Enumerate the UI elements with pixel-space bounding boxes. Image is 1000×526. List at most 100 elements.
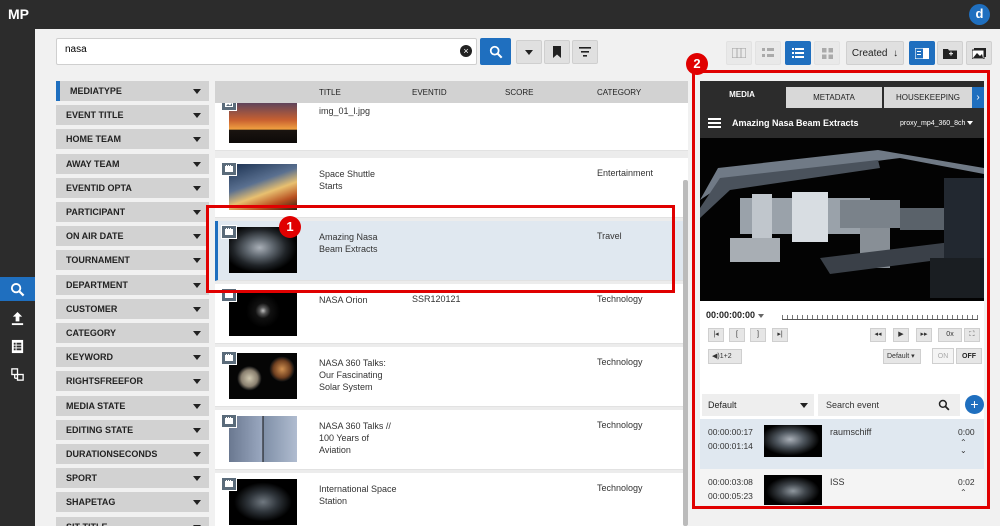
new-folder-button[interactable] (937, 41, 963, 65)
column-category[interactable]: CATEGORY (597, 88, 641, 97)
view-list-button[interactable] (785, 41, 811, 65)
table-row[interactable]: NASA Orion SSR120121 Technology (215, 284, 688, 344)
table-row[interactable]: International Space Station Technology (215, 473, 688, 526)
gallery-button[interactable] (966, 41, 992, 65)
chevron-down-icon (193, 210, 201, 215)
result-eventid: SSR120121 (412, 294, 461, 304)
annotation-marker-1: 1 (279, 216, 301, 238)
chevron-down-icon (193, 427, 201, 433)
user-avatar[interactable]: d (969, 4, 990, 25)
result-thumbnail (229, 164, 297, 210)
video-type-icon (221, 351, 237, 365)
workflow-icon (11, 367, 24, 381)
chevron-down-icon (193, 500, 201, 506)
facet-mediatype[interactable]: MEDIATYPE (56, 81, 209, 101)
facet-label: EDITING STATE (66, 424, 134, 435)
upload-icon (11, 311, 24, 325)
chevron-down-icon (193, 282, 201, 288)
chevron-down-icon (193, 331, 201, 336)
table-row[interactable]: NASA 360 Talks: Our Fascinating Solar Sy… (215, 347, 688, 407)
toggle-preview-button[interactable] (909, 41, 935, 65)
chevron-down-icon (193, 185, 201, 191)
facet-label: CUSTOMER (66, 303, 118, 314)
folder-add-icon (943, 48, 957, 59)
facet-label: ON AIR DATE (66, 231, 124, 242)
view-mode-button-2[interactable] (755, 41, 781, 65)
clear-search-icon[interactable]: × (460, 45, 472, 57)
app-title: MP (8, 6, 29, 22)
result-category: Technology (597, 483, 643, 493)
annotation-box-2 (692, 70, 990, 509)
facet-department[interactable]: DEPARTMENT (56, 274, 209, 295)
nav-upload[interactable] (0, 306, 35, 330)
column-eventid[interactable]: EVENTID (412, 88, 447, 97)
facet-editing-state[interactable]: EDITING STATE (56, 419, 209, 440)
facet-label: SIT TITLE (66, 522, 108, 526)
chevron-down-icon (193, 452, 201, 457)
sort-button[interactable]: Created ↓ (846, 41, 904, 65)
table-row[interactable]: img_01_l.jpg (215, 103, 688, 151)
view-grid-button[interactable] (814, 41, 840, 65)
result-thumbnail (229, 479, 297, 525)
search-button[interactable] (480, 38, 511, 65)
result-title: img_01_l.jpg (319, 106, 371, 116)
facet-media-state[interactable]: MEDIA STATE (56, 395, 209, 416)
chevron-down-icon (193, 306, 201, 312)
facet-keyword[interactable]: KEYWORD (56, 347, 209, 368)
facet-label: MEDIA STATE (66, 400, 126, 411)
video-type-icon (221, 477, 237, 491)
chevron-down-icon (193, 258, 201, 264)
result-title: NASA Orion (319, 295, 368, 305)
facet-durationseconds[interactable]: DURATIONSECONDS (56, 444, 209, 464)
facet-on-air-date[interactable]: ON AIR DATE (56, 226, 209, 247)
images-icon (972, 47, 986, 59)
view-mode-button-1[interactable] (726, 41, 752, 65)
result-title: NASA 360 Talks: Our Fascinating Solar Sy… (319, 358, 386, 392)
results-header: TITLE EVENTID SCORE CATEGORY (215, 81, 688, 103)
nav-workflow[interactable] (0, 362, 35, 386)
result-thumbnail (229, 353, 297, 399)
search-options-button[interactable] (516, 40, 542, 64)
facet-label: DURATIONSECONDS (66, 449, 158, 459)
facet-event-title[interactable]: EVENT TITLE (56, 105, 209, 126)
facet-customer[interactable]: CUSTOMER (56, 298, 209, 319)
facet-label: TOURNAMENT (66, 255, 130, 266)
facet-sit-title[interactable]: SIT TITLE (56, 516, 209, 526)
chevron-down-icon (193, 161, 201, 167)
facet-label: SPORT (66, 473, 98, 484)
chevron-down-icon (193, 234, 201, 240)
video-type-icon (221, 414, 237, 428)
facet-category[interactable]: CATEGORY (56, 323, 209, 343)
column-score[interactable]: SCORE (505, 88, 533, 97)
facet-tournament[interactable]: TOURNAMENT (56, 250, 209, 271)
results-scrollbar[interactable] (683, 180, 688, 526)
search-icon (10, 282, 25, 296)
results-list: img_01_l.jpg Space Shuttle Starts Entert… (215, 103, 688, 526)
filter-button[interactable] (572, 40, 598, 64)
facet-label: HOME TEAM (66, 134, 121, 145)
column-title[interactable]: TITLE (319, 88, 341, 97)
list-view-icon (792, 48, 804, 58)
facet-label: AWAY TEAM (66, 158, 120, 169)
facet-away-team[interactable]: AWAY TEAM (56, 153, 209, 174)
annotation-box-1 (206, 205, 675, 293)
facet-eventid-opta[interactable]: EVENTID OPTA (56, 177, 209, 198)
video-type-icon (221, 162, 237, 176)
result-thumbnail (229, 416, 297, 462)
result-category: Technology (597, 357, 643, 367)
facet-home-team[interactable]: HOME TEAM (56, 129, 209, 150)
list-detail-icon (762, 48, 774, 57)
chevron-down-icon (193, 137, 201, 143)
facet-participant[interactable]: PARTICIPANT (56, 202, 209, 222)
result-thumbnail (229, 290, 297, 336)
facet-rightsfreefor[interactable]: RIGHTSFREEFOR (56, 371, 209, 392)
search-input[interactable] (65, 44, 445, 55)
table-row[interactable]: NASA 360 Talks // 100 Years of Aviation … (215, 410, 688, 470)
bookmark-icon (553, 46, 561, 58)
facet-sport[interactable]: SPORT (56, 468, 209, 489)
nav-search[interactable] (0, 277, 35, 301)
facet-label: CATEGORY (66, 328, 117, 338)
saved-searches-button[interactable] (544, 40, 570, 64)
facet-shapetag[interactable]: SHAPETAG (56, 492, 209, 513)
nav-list[interactable] (0, 334, 35, 358)
